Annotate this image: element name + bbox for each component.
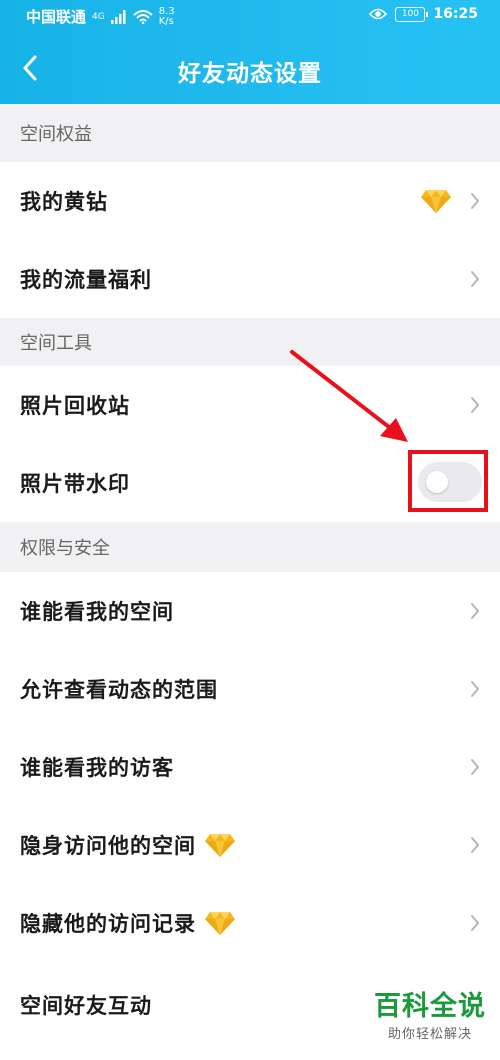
row-yellow-diamond[interactable]: 我的黄钻 xyxy=(0,162,500,240)
chevron-right-icon xyxy=(471,915,480,931)
battery-level: 100 xyxy=(401,9,420,19)
row-label: 照片回收站 xyxy=(20,394,130,418)
row-label: 空间好友互动 xyxy=(20,994,152,1018)
section-header-tools: 空间工具 xyxy=(0,318,500,366)
row-label: 隐藏他的访问记录 xyxy=(20,912,196,936)
row-feed-visibility-range[interactable]: 允许查看动态的范围 xyxy=(0,650,500,728)
row-label: 照片带水印 xyxy=(20,472,130,496)
row-label: 我的流量福利 xyxy=(20,268,152,292)
chevron-right-icon xyxy=(471,397,480,413)
network-speed: 8.3 K/s xyxy=(158,5,175,27)
battery-indicator: 100 xyxy=(395,6,429,22)
watermark-logo: 百科全说 助你轻松解决 xyxy=(374,984,486,1042)
highlight-box xyxy=(408,450,488,512)
row-traffic-benefits[interactable]: 我的流量福利 xyxy=(0,240,500,318)
signal-icon xyxy=(110,9,126,24)
row-invisible-visit[interactable]: 隐身访问他的空间 xyxy=(0,806,500,884)
carrier-name: 中国联通 xyxy=(26,8,87,26)
red-arrow-annotation xyxy=(290,350,408,442)
section-header-privacy: 权限与安全 xyxy=(0,522,500,572)
row-who-can-see-space[interactable]: 谁能看我的空间 xyxy=(0,572,500,650)
watermark-subtitle: 助你轻松解决 xyxy=(387,1027,472,1042)
wifi-icon xyxy=(133,9,153,24)
row-hide-visit-records[interactable]: 隐藏他的访问记录 xyxy=(0,884,500,962)
row-label: 我的黄钻 xyxy=(20,190,108,214)
row-who-can-see-visitors[interactable]: 谁能看我的访客 xyxy=(0,728,500,806)
yellow-diamond-icon xyxy=(205,912,235,935)
row-label: 允许查看动态的范围 xyxy=(20,678,218,702)
watermark-title: 百科全说 xyxy=(374,991,486,1022)
chevron-right-icon xyxy=(471,271,480,287)
app-header: 中国联通 4G 8.3 K/s 100 16:25 好友动态设置 xyxy=(0,0,500,104)
clock: 16:25 xyxy=(433,6,478,22)
chevron-right-icon xyxy=(471,759,480,775)
network-type: 4G xyxy=(92,11,105,22)
yellow-diamond-icon xyxy=(205,834,235,857)
chevron-right-icon xyxy=(471,837,480,853)
yellow-diamond-icon xyxy=(421,190,451,213)
row-photo-recycle-bin[interactable]: 照片回收站 xyxy=(0,366,500,444)
nav-bar: 好友动态设置 xyxy=(0,32,500,104)
status-bar: 中国联通 4G 8.3 K/s 100 16:25 xyxy=(0,0,500,32)
eye-icon xyxy=(369,8,388,20)
section-header-benefits: 空间权益 xyxy=(0,104,500,162)
row-label: 谁能看我的空间 xyxy=(20,600,174,624)
row-label: 谁能看我的访客 xyxy=(20,756,174,780)
chevron-right-icon xyxy=(471,193,480,209)
speed-unit: K/s xyxy=(158,15,174,27)
page-title: 好友动态设置 xyxy=(178,61,322,87)
speed-value: 8.3 xyxy=(158,5,175,17)
row-label: 隐身访问他的空间 xyxy=(20,834,196,858)
chevron-right-icon xyxy=(471,603,480,619)
chevron-right-icon xyxy=(471,681,480,697)
